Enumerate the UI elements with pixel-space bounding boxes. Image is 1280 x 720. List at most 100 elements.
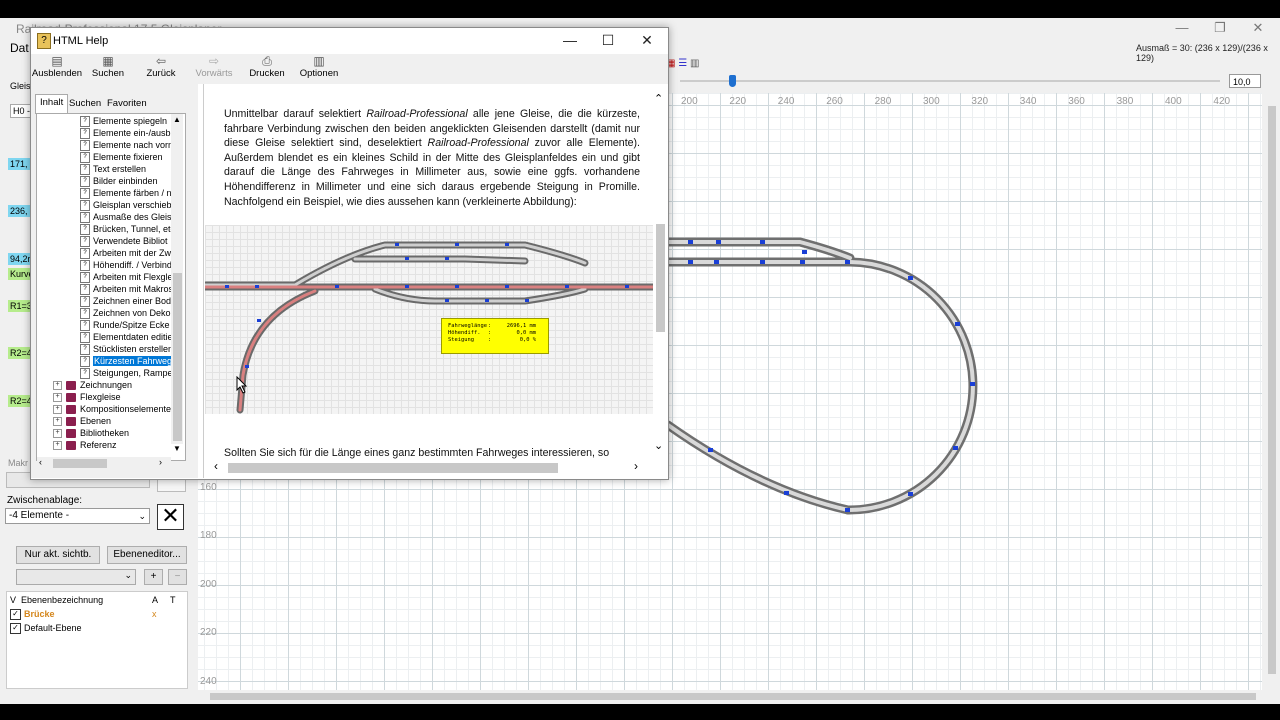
scroll-left-icon[interactable]: ‹ bbox=[39, 457, 42, 467]
add-layer-button[interactable]: + bbox=[144, 569, 163, 585]
tree-item-label: Kompositionselemente bbox=[80, 404, 172, 414]
layer-row[interactable]: ✓ Default-Ebene bbox=[10, 623, 185, 635]
layer-select[interactable]: ⌄ bbox=[16, 569, 136, 585]
track-type-label[interactable]: 94,2r bbox=[8, 253, 33, 265]
content-vertical-scroll-thumb[interactable] bbox=[656, 224, 665, 332]
tree-item-label: Gleisplan verschieb bbox=[93, 200, 172, 210]
tree-page-item[interactable]: ? Bilder einbinden bbox=[80, 175, 158, 188]
clear-clipboard-button[interactable]: ✕ bbox=[157, 504, 184, 530]
scroll-right-icon[interactable]: › bbox=[159, 457, 162, 467]
page-icon: ? bbox=[80, 284, 90, 296]
expand-icon[interactable]: + bbox=[53, 429, 62, 439]
page-icon: ? bbox=[80, 248, 90, 260]
canvas-horizontal-scroll-thumb[interactable] bbox=[210, 693, 1256, 700]
tree-item-label: Elemente fixieren bbox=[93, 152, 163, 162]
tree-page-item[interactable]: ? Brücken, Tunnel, etc bbox=[80, 223, 175, 236]
content-scroll-left-icon[interactable]: ‹ bbox=[214, 459, 218, 473]
layer-visible-checkbox[interactable]: ✓ bbox=[10, 609, 21, 621]
tree-page-item[interactable]: ? Elemente spiegeln bbox=[80, 115, 167, 128]
tree-horizontal-scroll-thumb[interactable] bbox=[53, 459, 107, 468]
tree-page-item[interactable]: ? Elemente ein-/ausb bbox=[80, 127, 171, 140]
scroll-down-icon[interactable]: ▼ bbox=[173, 444, 181, 453]
canvas-vertical-scroll-thumb[interactable] bbox=[1268, 106, 1276, 674]
layer-name: Brücke bbox=[24, 609, 55, 619]
page-icon: ? bbox=[80, 320, 90, 332]
content-scroll-up-icon[interactable]: ⌃ bbox=[654, 92, 663, 105]
layer-row[interactable]: ✓ Brücke x bbox=[10, 609, 185, 621]
expand-icon[interactable]: + bbox=[53, 405, 62, 415]
chevron-down-icon: ⌄ bbox=[124, 570, 132, 580]
tree-page-item[interactable]: ? Stücklisten erstellen bbox=[80, 343, 173, 356]
tree-page-item[interactable]: ? Gleisplan verschieb bbox=[80, 199, 172, 212]
ausblenden-button[interactable]: ▤ Ausblenden bbox=[30, 54, 84, 79]
example-screenshot-figure: Fahrweglänge: 2696,1 mm Höhendiff.: 0,0 mm… bbox=[205, 225, 653, 414]
help-content-pane: Unmittelbar darauf selektiert Railroad-P… bbox=[203, 84, 668, 478]
book-icon bbox=[66, 405, 76, 415]
suchen-button[interactable]: ▦ Suchen bbox=[81, 54, 135, 79]
content-scroll-down-icon[interactable]: ⌄ bbox=[654, 439, 663, 452]
bottom-black-bar bbox=[0, 704, 1280, 720]
expand-icon[interactable]: + bbox=[53, 441, 62, 451]
help-maximize-button[interactable]: ☐ bbox=[590, 32, 626, 50]
layer-name: Default-Ebene bbox=[24, 623, 82, 633]
track-type-label[interactable]: 236, bbox=[8, 205, 30, 217]
expand-icon[interactable]: + bbox=[53, 393, 62, 403]
info-label: Fahrweglänge bbox=[448, 323, 487, 329]
tree-page-item[interactable]: ? Arbeiten mit Flexgle bbox=[80, 271, 173, 284]
track-type-label[interactable]: 171, bbox=[8, 158, 30, 170]
remove-layer-button[interactable]: − bbox=[168, 569, 187, 585]
print-button[interactable]: ⎙ Drucken bbox=[240, 54, 294, 79]
scroll-up-icon[interactable]: ▲ bbox=[173, 115, 181, 124]
options-button[interactable]: ▥ Optionen bbox=[292, 54, 346, 79]
chevron-down-icon: ⌄ bbox=[138, 511, 146, 521]
layer-list: V Ebenenbezeichnung A T ✓ Brücke x ✓ Defau… bbox=[6, 591, 188, 689]
contents-tree[interactable]: ? Elemente spiegeln? Elemente ein-/ausb? El… bbox=[36, 113, 186, 461]
back-button[interactable]: ⇦ Zurück bbox=[134, 54, 188, 79]
zwischenablage-select[interactable]: -4 Elemente - ⌄ bbox=[5, 508, 150, 524]
tree-page-item[interactable]: ? Arbeiten mit Makros bbox=[80, 283, 174, 296]
tree-book-item[interactable]: + Ebenen bbox=[53, 415, 111, 427]
tree-item-label: Elemente nach vorn bbox=[93, 140, 174, 150]
expand-icon[interactable]: + bbox=[53, 417, 62, 427]
only-visible-button[interactable]: Nur akt. sichtb. bbox=[16, 546, 100, 564]
tree-page-item[interactable]: ? Höhendiff. / Verbind bbox=[80, 259, 172, 272]
expand-icon[interactable]: + bbox=[53, 381, 62, 391]
help-toolbar: ▤ Ausblenden ▦ Suchen ⇦ Zurück ⇨ Vorwärts ⎙ D… bbox=[31, 54, 668, 84]
forward-button[interactable]: ⇨ Vorwärts bbox=[187, 54, 241, 79]
tree-page-item[interactable]: ? Text erstellen bbox=[80, 163, 146, 176]
tree-page-item[interactable]: ? Verwendete Bibliot bbox=[80, 235, 168, 248]
tree-page-item[interactable]: ? Runde/Spitze Ecke bbox=[80, 319, 170, 332]
route-info-box: Fahrweglänge: 2696,1 mm Höhendiff.: 0,0 mm… bbox=[441, 318, 549, 354]
layer-visible-checkbox[interactable]: ✓ bbox=[10, 623, 21, 635]
page-icon: ? bbox=[80, 212, 90, 224]
tree-page-item[interactable]: ? Elementdaten editie bbox=[80, 331, 173, 344]
book-icon bbox=[66, 441, 76, 451]
info-row: Fahrweglänge: 2696,1 mm bbox=[448, 323, 542, 330]
book-icon bbox=[66, 417, 76, 427]
tree-page-item[interactable]: ? Kürzesten Fahrweg bbox=[80, 355, 174, 368]
page-icon: ? bbox=[80, 236, 90, 248]
tree-book-item[interactable]: + Kompositionselemente bbox=[53, 403, 171, 415]
tree-page-item[interactable]: ? Elemente färben / n bbox=[80, 187, 172, 200]
tab-inhalt[interactable]: Inhalt bbox=[35, 94, 69, 114]
tree-page-item[interactable]: ? Elemente nach vorn bbox=[80, 139, 174, 152]
tree-item-label: Arbeiten mit Makros bbox=[93, 284, 174, 294]
tree-page-item[interactable]: ? Zeichnen einer Bod bbox=[80, 295, 171, 308]
tree-page-item[interactable]: ? Arbeiten mit der Zwi bbox=[80, 247, 173, 260]
tree-page-item[interactable]: ? Zeichnen von Deko bbox=[80, 307, 171, 320]
tree-book-item[interactable]: + Bibliotheken bbox=[53, 427, 129, 439]
help-close-button[interactable]: ✕ bbox=[629, 32, 665, 50]
tree-book-item[interactable]: + Flexgleise bbox=[53, 391, 121, 403]
page-icon: ? bbox=[80, 200, 90, 212]
tree-page-item[interactable]: ? Steigungen, Rampe bbox=[80, 367, 173, 380]
gleis-tab[interactable]: Gleis bbox=[8, 80, 33, 92]
help-minimize-button[interactable]: — bbox=[552, 32, 588, 50]
tree-page-item[interactable]: ? Elemente fixieren bbox=[80, 151, 163, 164]
content-scroll-right-icon[interactable]: › bbox=[634, 459, 638, 473]
tree-vertical-scroll-thumb[interactable] bbox=[173, 273, 182, 441]
content-horizontal-scroll-thumb[interactable] bbox=[228, 463, 558, 473]
tree-book-item[interactable]: + Zeichnungen bbox=[53, 379, 132, 391]
tree-book-item[interactable]: + Referenz bbox=[53, 439, 117, 451]
layer-editor-button[interactable]: Ebeneneditor... bbox=[107, 546, 187, 564]
tree-page-item[interactable]: ? Ausmaße des Gleis bbox=[80, 211, 172, 224]
